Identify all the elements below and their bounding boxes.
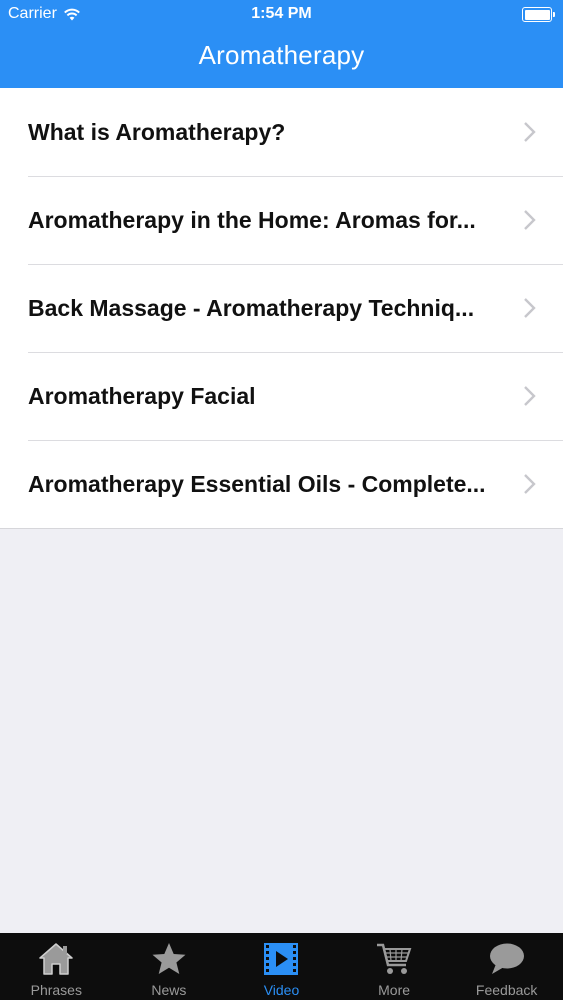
chevron-right-icon: [524, 298, 536, 318]
tab-video[interactable]: Video: [225, 933, 338, 1000]
home-icon: [39, 943, 74, 975]
list-item-label: Aromatherapy in the Home: Aromas for...: [28, 206, 476, 233]
tab-label: Phrases: [30, 982, 82, 998]
status-time: 1:54 PM: [251, 5, 312, 22]
list-item[interactable]: What is Aromatherapy?: [0, 88, 563, 176]
tab-label: Feedback: [475, 982, 538, 998]
list-item[interactable]: Aromatherapy Essential Oils - Complete..…: [0, 440, 563, 528]
speech-bubble-icon: [489, 943, 524, 974]
status-bar: Carrier 1:54 PM: [0, 0, 563, 30]
list-item-label: Aromatherapy Essential Oils - Complete..…: [28, 470, 486, 497]
tab-bar: Phrases News Video More Feedback: [0, 933, 563, 1000]
chevron-right-icon: [524, 386, 536, 406]
chevron-right-icon: [524, 122, 536, 142]
page-title: Aromatherapy: [198, 40, 365, 70]
battery-icon: [522, 7, 555, 22]
tab-more[interactable]: More: [338, 933, 451, 1000]
list-item[interactable]: Back Massage - Aromatherapy Techniq...: [0, 264, 563, 352]
tab-label: Video: [263, 982, 300, 998]
list-item-label: Back Massage - Aromatherapy Techniq...: [28, 294, 475, 321]
list-item[interactable]: Aromatherapy in the Home: Aromas for...: [0, 176, 563, 264]
tab-phrases[interactable]: Phrases: [0, 933, 113, 1000]
tab-feedback[interactable]: Feedback: [450, 933, 563, 1000]
chevron-right-icon: [524, 210, 536, 230]
nav-bar: Carrier 1:54 PM Aromatherapy: [0, 0, 563, 88]
list-item-label: Aromatherapy Facial: [28, 382, 256, 409]
star-icon: [152, 943, 186, 974]
cart-icon: [377, 943, 412, 974]
list-item[interactable]: Aromatherapy Facial: [0, 352, 563, 440]
chevron-right-icon: [524, 474, 536, 494]
tab-label: News: [151, 982, 187, 998]
tab-label: More: [378, 982, 411, 998]
video-list: What is Aromatherapy? Aromatherapy in th…: [0, 88, 563, 529]
list-item-label: What is Aromatherapy?: [28, 118, 286, 145]
film-icon: [264, 943, 299, 975]
tab-news[interactable]: News: [113, 933, 226, 1000]
